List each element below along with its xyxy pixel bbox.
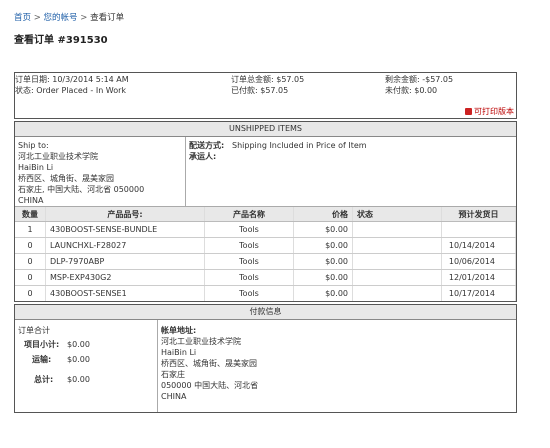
row-product-name: Tools xyxy=(204,285,294,301)
printable-version-link[interactable]: 可打印版本 xyxy=(465,106,514,117)
payment-info-header: 付款信息 xyxy=(15,305,516,320)
billing-address-block: 帐单地址: 河北工业职业技术学院 HaiBin Li 桥西区、城角街、晟美家园 … xyxy=(158,320,516,412)
order-total-label: 订单合计 xyxy=(18,326,50,335)
ship-to-line: 石家庄, 中国大陆、河北省 050000 xyxy=(18,185,145,194)
total-label: 总计: xyxy=(34,375,54,384)
breadcrumb-current: 查看订单 xyxy=(90,13,125,23)
billing-line: CHINA xyxy=(161,392,187,401)
row-ship-date: 12/01/2014 xyxy=(441,269,516,286)
delivery-block: 配送方式: Shipping Included in Price of Item… xyxy=(186,137,516,207)
col-product-name: 产品名称 xyxy=(204,207,294,222)
breadcrumb-account-link[interactable]: 您的帐号 xyxy=(44,13,78,23)
subtotal-label: 项目小计: xyxy=(24,340,60,349)
delivery-method-label: 配送方式: xyxy=(189,141,225,150)
items-table: 数量 产品品号: 产品名称 价格 状态 预计发货日 1 430BOOST-SEN… xyxy=(15,207,516,301)
order-date: 订单日期: 10/3/2014 5:14 AM xyxy=(15,75,129,84)
row-ship-date xyxy=(441,221,516,238)
page-title: 查看订单 #391530 xyxy=(14,35,108,46)
billing-line: 桥西区、城角街、晟美家园 xyxy=(161,359,257,368)
col-qty: 数量 xyxy=(15,207,46,222)
shipping-value: $0.00 xyxy=(67,355,90,364)
col-ship-date: 预计发货日 xyxy=(441,207,516,222)
ship-to-line: 河北工业职业技术学院 xyxy=(18,152,98,161)
row-part-number: DLP-7970ABP xyxy=(45,253,205,270)
row-qty: 0 xyxy=(15,285,46,301)
order-status: 状态: Order Placed - In Work xyxy=(15,86,127,95)
row-status xyxy=(352,221,442,238)
payment-info-panel: 付款信息 订单合计 项目小计: $0.00 运输: $0.00 总计: $0.0… xyxy=(14,304,517,413)
unshipped-items-header: UNSHIPPED ITEMS xyxy=(15,122,516,137)
printable-version-label: 可打印版本 xyxy=(474,107,514,116)
row-price: $0.00 xyxy=(293,221,353,238)
ship-to-line: 桥西区、城角街、晟美家园 xyxy=(18,174,114,183)
breadcrumb-home-link[interactable]: 首页 xyxy=(14,13,31,23)
row-qty: 0 xyxy=(15,253,46,270)
ship-to-line: CHINA xyxy=(18,196,44,205)
row-part-number: 430BOOST-SENSE1 xyxy=(45,285,205,301)
col-price: 价格 xyxy=(293,207,353,222)
row-status xyxy=(352,285,442,301)
row-product-name: Tools xyxy=(204,221,294,238)
col-part-number: 产品品号: xyxy=(45,207,205,222)
row-price: $0.00 xyxy=(293,269,353,286)
shipping-label: 运输: xyxy=(32,355,52,364)
carrier-label: 承运人: xyxy=(189,152,217,161)
row-part-number: 430BOOST-SENSE-BUNDLE xyxy=(45,221,205,238)
row-qty: 0 xyxy=(15,237,46,254)
total-value: $0.00 xyxy=(67,375,90,384)
billing-line: 石家庄 xyxy=(161,370,185,379)
row-price: $0.00 xyxy=(293,237,353,254)
breadcrumb-separator: > xyxy=(80,13,88,23)
billing-address-label: 帐单地址: xyxy=(161,326,197,335)
unshipped-items-panel: UNSHIPPED ITEMS Ship to: 河北工业职业技术学院 HaiB… xyxy=(14,121,517,302)
row-price: $0.00 xyxy=(293,285,353,301)
remaining-amount: 剩余金额: -$57.05 xyxy=(385,75,454,84)
ship-to-label: Ship to: xyxy=(18,141,49,150)
breadcrumb: 首页 > 您的帐号 > 查看订单 xyxy=(14,11,124,23)
billing-line: 河北工业职业技术学院 xyxy=(161,337,241,346)
order-totals-block: 订单合计 项目小计: $0.00 运输: $0.00 总计: $0.00 xyxy=(15,320,158,412)
col-status: 状态 xyxy=(352,207,442,222)
row-ship-date: 10/14/2014 xyxy=(441,237,516,254)
breadcrumb-separator: > xyxy=(33,13,41,23)
subtotal-value: $0.00 xyxy=(67,340,90,349)
delivery-method-value: Shipping Included in Price of Item xyxy=(232,141,367,150)
ship-to-block: Ship to: 河北工业职业技术学院 HaiBin Li 桥西区、城角街、晟美… xyxy=(15,137,186,207)
paid-amount: 已付款: $57.05 xyxy=(231,86,289,95)
unpaid-amount: 未付款: $0.00 xyxy=(385,86,438,95)
row-product-name: Tools xyxy=(204,269,294,286)
table-row: 0 MSP-EXP430G2 Tools $0.00 12/01/2014 xyxy=(15,269,516,286)
items-table-header: 数量 产品品号: 产品名称 价格 状态 预计发货日 xyxy=(15,207,516,222)
row-price: $0.00 xyxy=(293,253,353,270)
order-summary-panel: 订单日期: 10/3/2014 5:14 AM 状态: Order Placed… xyxy=(14,72,517,119)
row-qty: 0 xyxy=(15,269,46,286)
billing-line: 050000 中国大陆、河北省 xyxy=(161,381,259,390)
row-part-number: MSP-EXP430G2 xyxy=(45,269,205,286)
row-status xyxy=(352,237,442,254)
row-product-name: Tools xyxy=(204,237,294,254)
row-product-name: Tools xyxy=(204,253,294,270)
billing-line: HaiBin Li xyxy=(161,348,197,357)
row-ship-date: 10/17/2014 xyxy=(441,285,516,301)
table-row: 0 430BOOST-SENSE1 Tools $0.00 10/17/2014 xyxy=(15,285,516,301)
order-total: 订单总金额: $57.05 xyxy=(231,75,305,84)
row-status xyxy=(352,253,442,270)
row-status xyxy=(352,269,442,286)
table-row: 1 430BOOST-SENSE-BUNDLE Tools $0.00 xyxy=(15,221,516,238)
table-row: 0 LAUNCHXL-F28027 Tools $0.00 10/14/2014 xyxy=(15,237,516,254)
ship-to-line: HaiBin Li xyxy=(18,163,54,172)
row-part-number: LAUNCHXL-F28027 xyxy=(45,237,205,254)
row-ship-date: 10/06/2014 xyxy=(441,253,516,270)
table-row: 0 DLP-7970ABP Tools $0.00 10/06/2014 xyxy=(15,253,516,270)
print-icon xyxy=(465,108,472,115)
row-qty: 1 xyxy=(15,221,46,238)
